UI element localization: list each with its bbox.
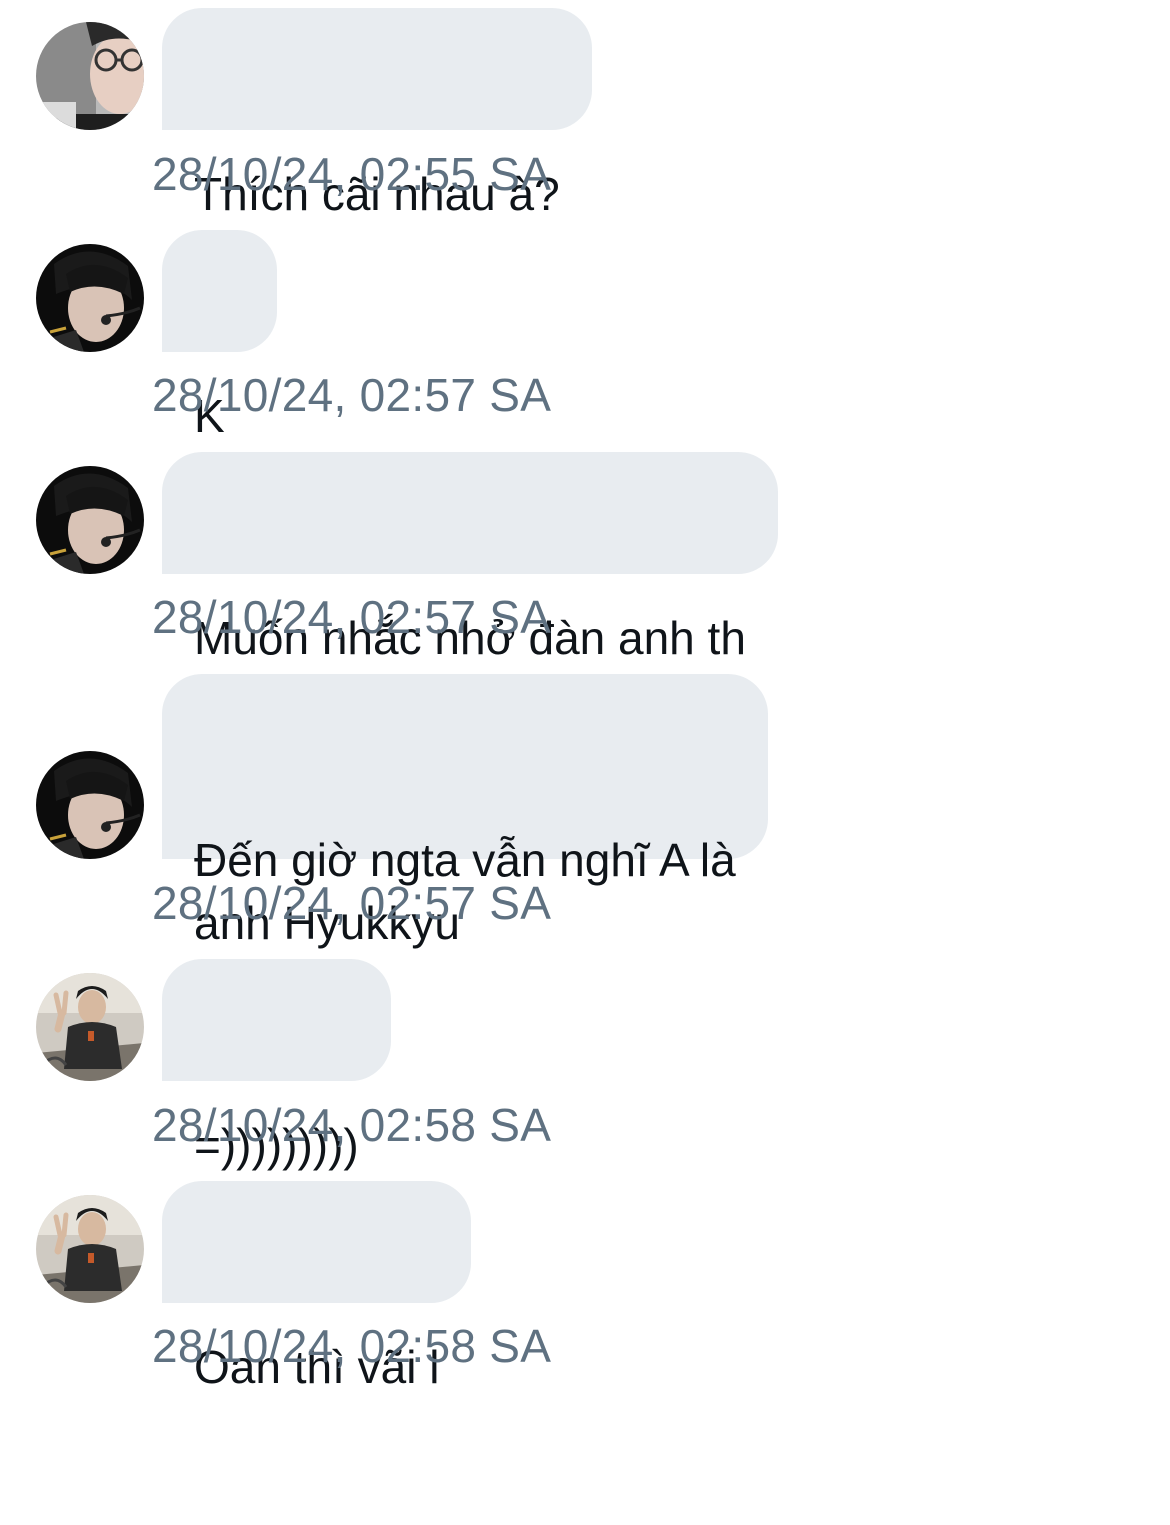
avatar-peace-sign-icon [36,973,144,1081]
message-bubble[interactable]: Thích cãi nhau à? [162,8,592,220]
message-timestamp: 28/10/24, 02:55 SA [152,148,552,200]
avatar[interactable] [36,1195,144,1303]
message-timestamp: 28/10/24, 02:57 SA [152,591,552,643]
avatar[interactable] [36,973,144,1081]
message-timestamp: 28/10/24, 02:57 SA [152,877,552,929]
message-bubble[interactable]: K [162,230,278,442]
avatar[interactable] [36,244,144,352]
message-timestamp: 28/10/24, 02:57 SA [152,369,552,421]
message-bubble[interactable]: Đến giờ ngta vẫn nghĩ A là anh Hyukkyu [162,674,768,949]
avatar-headset-icon [36,244,144,352]
avatar-headset-icon [36,466,144,574]
message-bubble[interactable]: Oan thì vãi l [162,1181,472,1393]
dm-conversation: { "messages": [ { "avatar": "avatar-glas… [0,0,1170,1400]
avatar[interactable] [36,751,144,859]
avatar-headset-icon [36,751,144,859]
message-bubble[interactable]: Muốn nhắc nhở đàn anh th [162,452,778,664]
message-timestamp: 28/10/24, 02:58 SA [152,1320,552,1372]
avatar[interactable] [36,466,144,574]
avatar-glasses-icon [36,22,144,130]
avatar[interactable] [36,22,144,130]
message-bubble[interactable]: =))))))))) [162,959,391,1171]
avatar-peace-sign-icon [36,1195,144,1303]
message-timestamp: 28/10/24, 02:58 SA [152,1099,552,1151]
